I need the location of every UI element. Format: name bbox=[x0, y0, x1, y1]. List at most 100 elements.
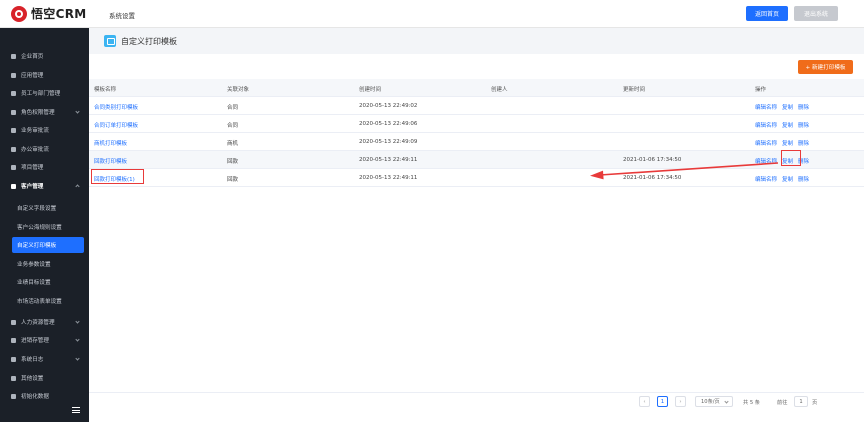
sidebar-subitem-pool-rules[interactable]: 客户公海规则设置 bbox=[0, 220, 89, 234]
log-icon bbox=[11, 356, 16, 362]
users-icon bbox=[11, 90, 16, 96]
prev-page-button[interactable]: ‹ bbox=[639, 396, 650, 407]
template-name-link[interactable]: 商机打印模板 bbox=[94, 139, 127, 147]
chevron-down-icon bbox=[75, 109, 80, 114]
sidebar-subitem-marketing-forms[interactable]: 市场活动表单设置 bbox=[0, 294, 89, 308]
sidebar-item-roles[interactable]: 角色权限管理 bbox=[0, 105, 89, 119]
delete-link[interactable]: 删除 bbox=[798, 175, 809, 183]
sidebar-item-office-approval[interactable]: 办公审批流 bbox=[0, 142, 89, 156]
chevron-down-icon bbox=[75, 337, 80, 342]
row-actions: 编辑名称 复制 删除 bbox=[755, 103, 809, 111]
sidebar-item-label: 项目管理 bbox=[21, 165, 44, 171]
updated-time: 2021-01-06 17:34:50 bbox=[623, 157, 682, 163]
sidebar-item-label: 企业首页 bbox=[21, 54, 44, 60]
sidebar-item-label: 客户管理 bbox=[21, 184, 44, 190]
print-template-icon bbox=[104, 35, 116, 47]
template-name-link[interactable]: 合同订单打印模板 bbox=[94, 121, 138, 129]
col-header-ops: 操作 bbox=[755, 87, 767, 93]
chevron-up-icon bbox=[75, 184, 80, 189]
sidebar: 企业首页 应用管理 员工与部门管理 角色权限管理 业务审批流 办公审批流 项目管… bbox=[0, 28, 89, 422]
new-print-template-button[interactable]: + 新建打印模板 bbox=[798, 60, 853, 74]
hr-icon bbox=[11, 319, 16, 325]
sidebar-item-biz-approval[interactable]: 业务审批流 bbox=[0, 123, 89, 137]
next-page-button[interactable]: › bbox=[675, 396, 686, 407]
sidebar-item-projects[interactable]: 项目管理 bbox=[0, 160, 89, 174]
logo-icon bbox=[11, 5, 27, 22]
related-object: 回款 bbox=[227, 159, 239, 165]
table-row: 商机打印模板 商机 2020-05-13 22:49:09 编辑名称 复制 删除 bbox=[89, 133, 864, 151]
sidebar-subitem-custom-fields[interactable]: 自定义字段设置 bbox=[0, 201, 89, 215]
copy-link[interactable]: 复制 bbox=[782, 121, 793, 129]
customer-icon bbox=[11, 183, 16, 189]
col-header-creator: 创建人 bbox=[491, 87, 508, 93]
sidebar-item-init-data[interactable]: 初始化数据 bbox=[0, 389, 89, 403]
created-time: 2020-05-13 22:49:09 bbox=[359, 139, 418, 145]
row-actions: 编辑名称 复制 删除 bbox=[755, 175, 809, 183]
edit-name-link[interactable]: 编辑名称 bbox=[755, 121, 777, 129]
init-icon bbox=[11, 393, 16, 399]
delete-link[interactable]: 删除 bbox=[798, 103, 809, 111]
apps-icon bbox=[11, 72, 16, 78]
chevron-down-icon bbox=[75, 319, 80, 324]
related-object: 合同 bbox=[227, 123, 239, 129]
sidebar-item-logs[interactable]: 系统日志 bbox=[0, 352, 89, 366]
table-header: 模板名称 关联对象 创建时间 创建人 更新时间 操作 bbox=[89, 79, 864, 97]
sidebar-item-apps[interactable]: 应用管理 bbox=[0, 68, 89, 82]
main-content: + 新建打印模板 模板名称 关联对象 创建时间 创建人 更新时间 操作 合同类别… bbox=[89, 54, 864, 422]
sidebar-item-label: 业务审批流 bbox=[21, 128, 49, 134]
edit-name-link[interactable]: 编辑名称 bbox=[755, 103, 777, 111]
sidebar-item-customers[interactable]: 客户管理 bbox=[0, 179, 89, 193]
total-count: 共 5 条 bbox=[743, 400, 760, 406]
page-number-button[interactable]: 1 bbox=[657, 396, 668, 407]
edit-name-link[interactable]: 编辑名称 bbox=[755, 157, 777, 165]
sidebar-subitem-targets[interactable]: 业绩目标设置 bbox=[0, 275, 89, 289]
delete-link[interactable]: 删除 bbox=[798, 139, 809, 147]
sidebar-item-label: 人力资源管理 bbox=[21, 320, 55, 326]
updated-time: 2021-01-06 17:34:50 bbox=[623, 175, 682, 181]
project-icon bbox=[11, 164, 16, 170]
copy-link[interactable]: 复制 bbox=[782, 103, 793, 111]
sidebar-item-staff[interactable]: 员工与部门管理 bbox=[0, 86, 89, 100]
office-approval-icon bbox=[11, 146, 16, 152]
created-time: 2020-05-13 22:49:11 bbox=[359, 157, 418, 163]
sidebar-item-label: 员工与部门管理 bbox=[21, 91, 61, 97]
related-object: 商机 bbox=[227, 141, 239, 147]
sidebar-item-home[interactable]: 企业首页 bbox=[0, 49, 89, 63]
sidebar-item-label: 进销存管理 bbox=[21, 338, 49, 344]
collapse-sidebar-icon[interactable] bbox=[72, 407, 80, 413]
table-row: 合同订单打印模板 合同 2020-05-13 22:49:06 编辑名称 复制 … bbox=[89, 115, 864, 133]
created-time: 2020-05-13 22:49:02 bbox=[359, 103, 418, 109]
sidebar-item-other-settings[interactable]: 其他设置 bbox=[0, 371, 89, 385]
created-time: 2020-05-13 22:49:11 bbox=[359, 175, 418, 181]
exit-system-button[interactable]: 退出系统 bbox=[794, 6, 838, 21]
edit-name-link[interactable]: 编辑名称 bbox=[755, 175, 777, 183]
sidebar-item-hr[interactable]: 人力资源管理 bbox=[0, 315, 89, 329]
sidebar-item-label: 应用管理 bbox=[21, 73, 44, 79]
page-size-select[interactable]: 10条/页 bbox=[695, 396, 733, 407]
approval-icon bbox=[11, 127, 16, 133]
copy-link[interactable]: 复制 bbox=[782, 175, 793, 183]
template-name-link[interactable]: 合同类别打印模板 bbox=[94, 103, 138, 111]
sidebar-subitem-print-templates[interactable]: 自定义打印模板 bbox=[12, 237, 84, 253]
back-home-button[interactable]: 返回首页 bbox=[746, 6, 788, 21]
chevron-down-icon bbox=[75, 356, 80, 361]
table-row: 回款打印模板 回款 2020-05-13 22:49:11 2021-01-06… bbox=[89, 151, 864, 169]
sidebar-item-inventory[interactable]: 进销存管理 bbox=[0, 333, 89, 347]
sidebar-item-label: 办公审批流 bbox=[21, 147, 49, 153]
sidebar-item-label: 系统日志 bbox=[21, 357, 44, 363]
row-actions: 编辑名称 复制 删除 bbox=[755, 139, 809, 147]
created-time: 2020-05-13 22:49:06 bbox=[359, 121, 418, 127]
logo-text: 悟空CRM bbox=[31, 7, 87, 21]
copy-link[interactable]: 复制 bbox=[782, 139, 793, 147]
delete-link[interactable]: 删除 bbox=[798, 121, 809, 129]
table-row: 合同类别打印模板 合同 2020-05-13 22:49:02 编辑名称 复制 … bbox=[89, 97, 864, 115]
pagination: ‹ 1 › 10条/页 共 5 条 前往 1 页 bbox=[89, 392, 864, 410]
app-logo[interactable]: 悟空CRM bbox=[11, 5, 87, 22]
sidebar-subitem-biz-params[interactable]: 业务参数设置 bbox=[0, 257, 89, 271]
template-name-link[interactable]: 回款打印模板 bbox=[94, 157, 127, 165]
page-header: 自定义打印模板 bbox=[89, 28, 864, 54]
sidebar-item-label: 角色权限管理 bbox=[21, 110, 55, 116]
goto-page-input[interactable]: 1 bbox=[794, 396, 808, 407]
role-icon bbox=[11, 109, 16, 115]
edit-name-link[interactable]: 编辑名称 bbox=[755, 139, 777, 147]
